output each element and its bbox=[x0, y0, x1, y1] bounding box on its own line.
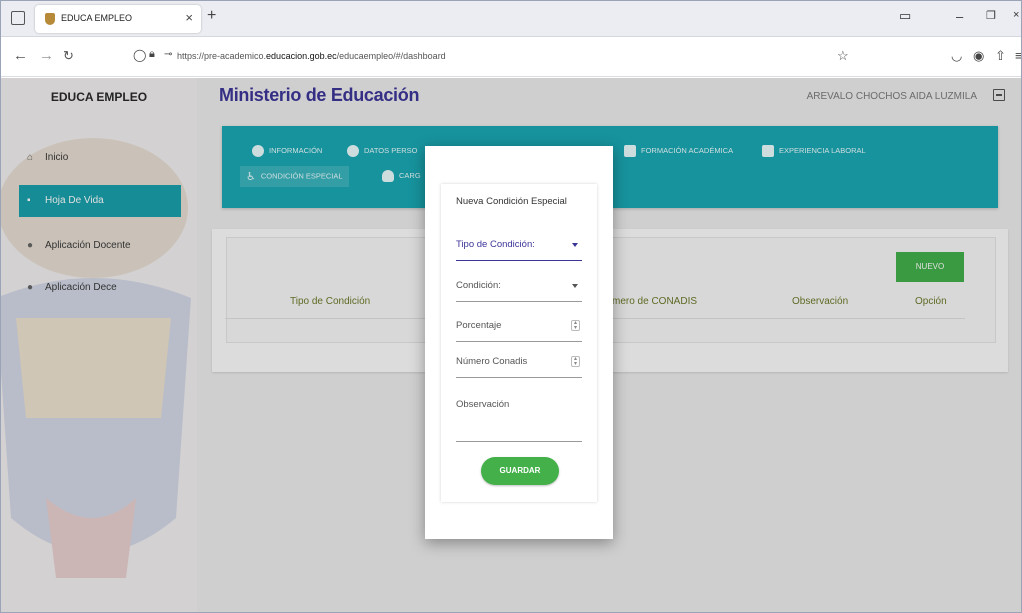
permissions-icon[interactable]: ⊸ bbox=[164, 49, 172, 60]
share-icon[interactable]: ⇧ bbox=[995, 48, 1006, 64]
new-condition-form: Nueva Condición Especial Tipo de Condici… bbox=[441, 184, 597, 502]
chevron-down-icon bbox=[572, 243, 578, 247]
url-suffix: /educaempleo/#/dashboard bbox=[336, 51, 446, 61]
pocket-icon[interactable]: ◡ bbox=[951, 48, 962, 64]
guardar-button[interactable]: GUARDAR bbox=[481, 457, 559, 485]
maximize-icon[interactable]: ❐ bbox=[986, 9, 996, 22]
browser-tab[interactable]: EDUCA EMPLEO × bbox=[35, 5, 201, 33]
close-tab-icon[interactable]: × bbox=[185, 10, 193, 25]
close-window-icon[interactable]: × bbox=[1013, 9, 1019, 21]
new-tab-icon[interactable]: + bbox=[207, 7, 216, 25]
forward-icon[interactable]: → bbox=[39, 47, 54, 64]
shield-icon[interactable]: ◯ bbox=[133, 48, 146, 62]
porcentaje-input[interactable]: Porcentaje ▴ ▾ bbox=[456, 320, 582, 342]
reload-icon[interactable]: ↻ bbox=[63, 48, 74, 64]
url-domain: educacion.gob.ec bbox=[266, 51, 337, 61]
tab-title: EDUCA EMPLEO bbox=[61, 13, 133, 23]
dialog-title: Nueva Condición Especial bbox=[456, 196, 567, 207]
url-field[interactable]: https://pre-academico.educacion.gob.ec/e… bbox=[177, 51, 446, 61]
address-bar: ← → ↻ ◯ 🔒︎ ⊸ https://pre-academico.educa… bbox=[1, 37, 1021, 77]
field-label: Porcentaje bbox=[456, 320, 502, 331]
number-stepper-icon[interactable]: ▴ ▾ bbox=[571, 356, 580, 367]
bookmark-star-icon[interactable]: ☆ bbox=[837, 48, 849, 64]
chevron-down-icon bbox=[572, 284, 578, 288]
minimize-icon[interactable]: – bbox=[956, 9, 963, 24]
back-icon[interactable]: ← bbox=[13, 47, 28, 64]
observacion-textarea[interactable]: Observación bbox=[456, 399, 582, 442]
extension-icon[interactable]: ◉ bbox=[973, 48, 984, 64]
url-prefix: https://pre-academico. bbox=[177, 51, 267, 61]
numero-conadis-input[interactable]: Número Conadis ▴ ▾ bbox=[456, 356, 582, 378]
browser-tab-bar: EDUCA EMPLEO × + ▭ – ❐ × bbox=[1, 1, 1021, 37]
number-stepper-icon[interactable]: ▴ ▾ bbox=[571, 320, 580, 331]
lock-icon[interactable]: 🔒︎ bbox=[149, 48, 155, 61]
field-label: Condición: bbox=[456, 280, 501, 291]
field-label: Observación bbox=[456, 399, 510, 410]
browser-window: EDUCA EMPLEO × + ▭ – ❐ × ← → ↻ ◯ 🔒︎ ⊸ ht… bbox=[0, 0, 1022, 613]
field-label: Número Conadis bbox=[456, 356, 528, 367]
condicion-select[interactable]: Condición: bbox=[456, 280, 582, 302]
new-condition-dialog: Nueva Condición Especial Tipo de Condici… bbox=[425, 146, 613, 539]
favicon-icon bbox=[45, 13, 55, 25]
tipo-condicion-select[interactable]: Tipo de Condición: bbox=[456, 239, 582, 261]
field-label: Tipo de Condición: bbox=[456, 239, 535, 250]
menu-icon[interactable]: ≡ bbox=[1015, 48, 1021, 63]
tab-overview-icon[interactable]: ▭ bbox=[899, 8, 911, 24]
tab-list-icon[interactable] bbox=[11, 11, 25, 25]
